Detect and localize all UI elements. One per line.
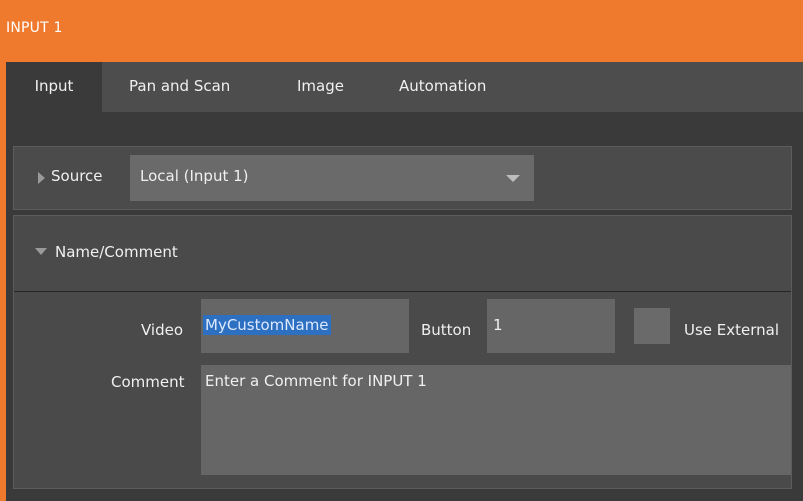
comment-label: Comment bbox=[111, 373, 185, 391]
input-tab-panel: Source Local (Input 1) Name/Comment Vide… bbox=[6, 112, 803, 501]
name-comment-title: Name/Comment bbox=[55, 243, 178, 261]
use-external-label[interactable]: Use External bbox=[684, 321, 779, 339]
collapse-triangle-icon[interactable] bbox=[35, 248, 47, 255]
name-comment-header[interactable]: Name/Comment bbox=[14, 216, 791, 292]
button-label: Button bbox=[421, 321, 472, 339]
tab-pan-and-scan[interactable]: Pan and Scan bbox=[129, 62, 230, 112]
video-name-value: MyCustomName bbox=[203, 315, 331, 335]
button-name-input[interactable]: 1 bbox=[487, 299, 615, 353]
tab-bar: Input Pan and Scan Image Automation bbox=[6, 62, 803, 112]
tab-input[interactable]: Input bbox=[6, 62, 102, 112]
window-body: Input Pan and Scan Image Automation Sour… bbox=[6, 62, 803, 501]
title-bar: INPUT 1 bbox=[0, 0, 803, 62]
comment-textarea[interactable]: Enter a Comment for INPUT 1 bbox=[201, 365, 791, 475]
source-dropdown[interactable]: Local (Input 1) bbox=[130, 155, 534, 201]
input-config-window: INPUT 1 Input Pan and Scan Image Automat… bbox=[0, 0, 803, 501]
name-comment-section: Name/Comment Video MyCustomName Button 1… bbox=[13, 215, 792, 489]
button-name-value: 1 bbox=[493, 316, 503, 334]
source-label[interactable]: Source bbox=[51, 167, 103, 185]
source-selected-value: Local (Input 1) bbox=[140, 167, 249, 185]
expand-triangle-icon[interactable] bbox=[38, 172, 45, 184]
comment-placeholder: Enter a Comment for INPUT 1 bbox=[205, 372, 427, 390]
chevron-down-icon bbox=[506, 175, 520, 182]
video-name-input[interactable]: MyCustomName bbox=[201, 299, 409, 353]
use-external-checkbox[interactable] bbox=[634, 308, 670, 344]
tab-automation[interactable]: Automation bbox=[399, 62, 486, 112]
tab-image[interactable]: Image bbox=[297, 62, 344, 112]
source-section: Source Local (Input 1) bbox=[13, 146, 792, 210]
video-label: Video bbox=[141, 321, 184, 339]
window-title: INPUT 1 bbox=[6, 20, 63, 36]
